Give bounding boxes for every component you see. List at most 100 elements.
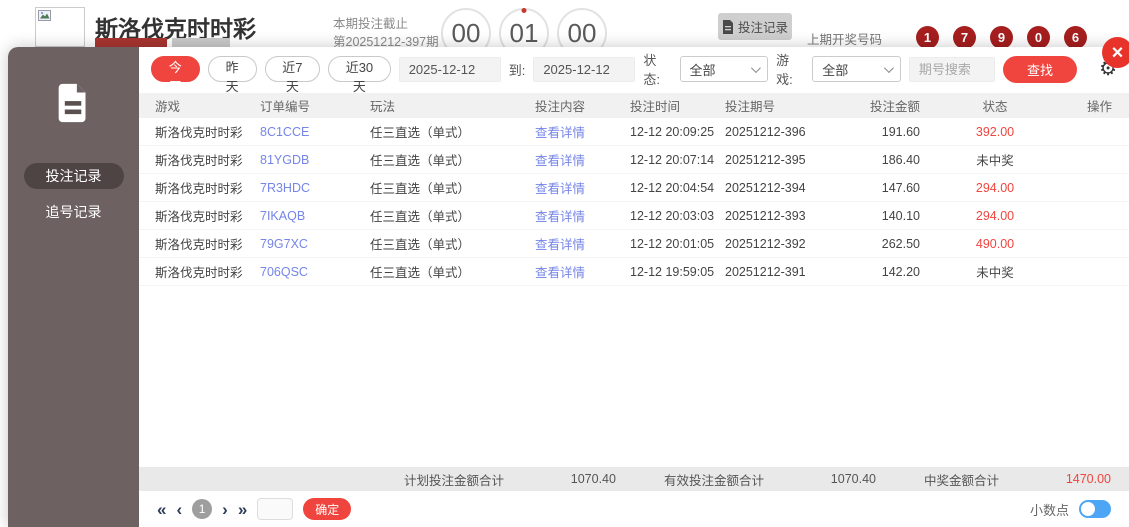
deadline-label: 本期投注截止: [333, 17, 409, 31]
modal-sidebar: 投注记录 追号记录: [8, 47, 139, 527]
records-panel: 今天 昨天 近7天 近30天 到: 状态:: [139, 47, 1129, 527]
view-details-link[interactable]: 查看详情: [535, 262, 630, 281]
order-id-link[interactable]: 7IKAQB: [260, 209, 370, 223]
cell-status: 294.00: [975, 208, 1015, 223]
cell-amount: 191.60: [881, 124, 920, 139]
cell-time: 12-12 20:07:14: [630, 152, 715, 167]
last-page-button[interactable]: »: [238, 501, 247, 518]
cell-issue: 20251212-396: [725, 124, 806, 139]
date-from-input[interactable]: [398, 56, 501, 82]
countdown-value: 00: [451, 17, 481, 48]
cell-time: 12-12 20:09:25: [630, 124, 715, 139]
document-icon: [722, 19, 733, 34]
order-id-link[interactable]: 79G7XC: [260, 237, 370, 251]
cell-issue: 20251212-394: [725, 180, 806, 195]
planned-total-value: 1070.40: [570, 472, 616, 486]
first-page-button[interactable]: «: [157, 501, 166, 518]
cell-play: 任三直选（单式）: [370, 266, 471, 280]
draw-number-ball: 0: [1027, 26, 1050, 49]
cell-time: 12-12 20:01:05: [630, 236, 715, 251]
cell-issue: 20251212-391: [725, 264, 806, 279]
prev-page-button[interactable]: ‹: [176, 501, 182, 518]
cell-game: 斯洛伐克时时彩: [155, 238, 243, 252]
page-jump-input[interactable]: [257, 498, 294, 520]
cell-game: 斯洛伐克时时彩: [155, 210, 243, 224]
table-row: 斯洛伐克时时彩 8C1CCE 任三直选（单式） 查看详情 12-12 20:09…: [139, 118, 1129, 146]
table-row: 斯洛伐克时时彩 7R3HDC 任三直选（单式） 查看详情 12-12 20:04…: [139, 174, 1129, 202]
col-time: 投注时间: [630, 100, 681, 114]
cell-status: 未中奖: [976, 154, 1014, 168]
cell-issue: 20251212-393: [725, 208, 806, 223]
broken-image-icon: [38, 10, 51, 21]
filter-bar: 今天 昨天 近7天 近30天 到: 状态:: [139, 47, 1129, 94]
search-button[interactable]: 查找: [1002, 55, 1078, 83]
sidebar-item[interactable]: 投注记录: [23, 163, 124, 189]
view-details-link[interactable]: 查看详情: [535, 178, 630, 197]
countdown-value: 01: [509, 17, 539, 48]
game-select[interactable]: 全部: [812, 56, 901, 82]
win-total-value: 1470.00: [1065, 472, 1111, 486]
col-amount: 投注金额: [869, 100, 920, 114]
cell-game: 斯洛伐克时时彩: [155, 182, 243, 196]
cell-game: 斯洛伐克时时彩: [155, 266, 243, 280]
current-page-badge: 1: [192, 499, 213, 519]
col-game: 游戏: [155, 100, 181, 114]
sidebar-item[interactable]: 追号记录: [24, 199, 124, 225]
deadline-block: 本期投注截止 第20251212-397期: [333, 15, 439, 51]
valid-total-label: 有效投注金额合计: [663, 473, 764, 488]
order-id-link[interactable]: 81YGDB: [260, 153, 370, 167]
records-nav-button[interactable]: 投注记录: [718, 13, 792, 40]
order-id-link[interactable]: 706QSC: [260, 265, 370, 279]
next-page-button[interactable]: ›: [222, 501, 228, 518]
cell-game: 斯洛伐克时时彩: [155, 154, 243, 168]
col-issue: 投注期号: [725, 100, 776, 114]
cell-amount: 262.50: [881, 236, 920, 251]
quick-date-label: 昨天: [225, 60, 239, 94]
game-select-value: 全部: [822, 62, 849, 78]
chevron-down-icon: [883, 62, 894, 73]
quick-date-label: 近7天: [282, 60, 303, 94]
cell-play: 任三直选（单式）: [370, 126, 471, 140]
cell-issue: 20251212-392: [725, 236, 806, 251]
view-details-link[interactable]: 查看详情: [535, 206, 630, 225]
view-details-link[interactable]: 查看详情: [535, 122, 630, 141]
quick-date-button[interactable]: 近30天: [328, 56, 391, 94]
quick-date-button[interactable]: 近7天: [264, 56, 321, 94]
page-confirm-button[interactable]: 确定: [303, 498, 352, 520]
col-content: 投注内容: [535, 100, 586, 114]
draw-number-ball: 9: [990, 26, 1013, 49]
game-label: 游戏:: [776, 53, 793, 87]
last-draw-label: 上期开奖号码: [807, 33, 883, 47]
cell-status: 未中奖: [976, 266, 1014, 280]
draw-number-ball: 6: [1064, 26, 1087, 49]
order-id-link[interactable]: 8C1CCE: [260, 125, 370, 139]
win-total-label: 中奖金额合计: [923, 473, 999, 488]
close-icon[interactable]: ×: [1102, 37, 1129, 68]
cell-play: 任三直选（单式）: [370, 154, 471, 168]
status-select-value: 全部: [689, 62, 716, 78]
col-order-id: 订单编号: [260, 100, 311, 114]
cell-issue: 20251212-395: [725, 152, 806, 167]
view-details-link[interactable]: 查看详情: [535, 150, 630, 169]
decimal-toggle[interactable]: [1079, 500, 1111, 518]
col-status: 状态: [982, 100, 1008, 114]
view-details-link[interactable]: 查看详情: [535, 234, 630, 253]
summary-bar: 计划投注金额合计 1070.40 有效投注金额合计 1070.40 中奖金额合计…: [139, 467, 1129, 491]
table-row: 斯洛伐克时时彩 79G7XC 任三直选（单式） 查看详情 12-12 20:01…: [139, 230, 1129, 258]
table-header: 游戏 订单编号 玩法 投注内容 投注时间 投注期号 投注金额 状态 操作: [139, 93, 1129, 118]
date-to-input[interactable]: [533, 56, 636, 82]
cell-status: 392.00: [975, 124, 1015, 139]
cell-play: 任三直选（单式）: [370, 238, 471, 252]
table-row: 斯洛伐克时时彩 7IKAQB 任三直选（单式） 查看详情 12-12 20:03…: [139, 202, 1129, 230]
status-label: 状态:: [643, 53, 660, 87]
records-nav-label: 投注记录: [737, 21, 788, 35]
cell-amount: 147.60: [881, 180, 920, 195]
quick-date-button[interactable]: 今天: [151, 56, 200, 94]
order-id-link[interactable]: 7R3HDC: [260, 181, 370, 195]
col-action: 操作: [1086, 100, 1112, 114]
table-row: 斯洛伐克时时彩 706QSC 任三直选（单式） 查看详情 12-12 19:59…: [139, 258, 1129, 286]
quick-date-button[interactable]: 昨天: [207, 56, 257, 94]
pagination-bar: « ‹ 1 › » 确定 小数点: [139, 491, 1129, 527]
issue-search-input[interactable]: [908, 56, 995, 82]
status-select[interactable]: 全部: [679, 56, 769, 82]
